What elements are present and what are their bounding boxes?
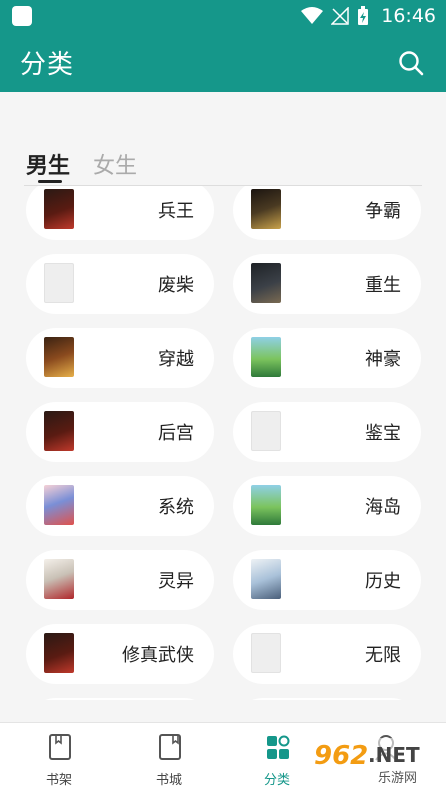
category-name: 海岛 bbox=[365, 497, 401, 518]
no-signal-icon bbox=[331, 7, 349, 25]
book-cover-image bbox=[44, 189, 74, 229]
book-cover-image bbox=[44, 263, 74, 303]
nav-bookstore-label: 书城 bbox=[155, 773, 182, 788]
category-card[interactable]: 重生 bbox=[233, 254, 421, 314]
bookshelf-icon bbox=[49, 734, 71, 760]
category-name: 争霸 bbox=[365, 201, 401, 222]
category-card[interactable]: 后宫 bbox=[26, 402, 214, 462]
nav-bookshelf-label: 书架 bbox=[45, 773, 72, 788]
battery-charging-icon bbox=[358, 6, 369, 25]
category-icon bbox=[267, 735, 290, 759]
category-card[interactable]: 历史 bbox=[233, 550, 421, 610]
book-cover-image bbox=[251, 337, 281, 377]
book-cover-image bbox=[251, 633, 281, 673]
book-cover-image bbox=[44, 559, 74, 599]
category-name: 后宫 bbox=[158, 423, 194, 444]
category-name: 历史 bbox=[365, 571, 401, 592]
category-grid: 兵王 争霸废柴 重生穿越 神豪后宫 鉴宝系统 海岛灵异 历史修真武侠 无限 bbox=[0, 186, 446, 700]
category-name: 重生 bbox=[365, 275, 401, 296]
category-name: 神豪 bbox=[365, 349, 401, 370]
watermark-logo: 962 .NET 乐游网 bbox=[304, 738, 440, 786]
category-name: 穿越 bbox=[158, 349, 194, 370]
nav-bookshelf[interactable]: 书架 bbox=[4, 723, 114, 792]
tab-male[interactable]: 男生 bbox=[26, 148, 70, 180]
book-cover-image bbox=[251, 559, 281, 599]
app-notification-icon bbox=[12, 6, 32, 26]
category-card[interactable]: 穿越 bbox=[26, 328, 214, 388]
category-name: 修真武侠 bbox=[122, 645, 194, 666]
book-cover-image bbox=[251, 411, 281, 451]
page-title: 分类 bbox=[20, 50, 75, 80]
category-card[interactable]: 鉴宝 bbox=[233, 402, 421, 462]
category-name: 无限 bbox=[365, 645, 401, 666]
category-name: 灵异 bbox=[158, 571, 194, 592]
book-cover-image bbox=[44, 411, 74, 451]
category-card[interactable]: 废柴 bbox=[26, 254, 214, 314]
svg-text:.NET: .NET bbox=[368, 743, 420, 767]
svg-text:乐游网: 乐游网 bbox=[378, 771, 417, 786]
app-header: 分类 bbox=[0, 32, 446, 92]
category-name: 系统 bbox=[158, 497, 194, 518]
status-bar: 16:46 bbox=[0, 0, 446, 32]
tab-female[interactable]: 女生 bbox=[93, 148, 137, 180]
category-card[interactable]: 系统 bbox=[26, 476, 214, 536]
book-cover-image bbox=[44, 633, 74, 673]
category-card-partial[interactable] bbox=[26, 698, 214, 700]
category-card[interactable]: 无限 bbox=[233, 624, 421, 684]
category-card-partial[interactable] bbox=[233, 698, 421, 700]
tab-indicator bbox=[38, 180, 62, 183]
search-icon[interactable] bbox=[398, 50, 424, 76]
category-name: 兵王 bbox=[158, 201, 194, 222]
category-card[interactable]: 修真武侠 bbox=[26, 624, 214, 684]
category-card[interactable]: 兵王 bbox=[26, 186, 214, 240]
category-card[interactable]: 灵异 bbox=[26, 550, 214, 610]
category-card[interactable]: 神豪 bbox=[233, 328, 421, 388]
book-cover-image bbox=[251, 485, 281, 525]
category-name: 鉴宝 bbox=[365, 423, 401, 444]
book-cover-image bbox=[44, 337, 74, 377]
category-name: 废柴 bbox=[158, 275, 194, 296]
category-card[interactable]: 争霸 bbox=[233, 186, 421, 240]
book-cover-image bbox=[251, 189, 281, 229]
gender-tabs: 男生 女生 bbox=[0, 92, 446, 188]
book-cover-image bbox=[44, 485, 74, 525]
svg-text:962: 962 bbox=[314, 741, 368, 771]
status-time: 16:46 bbox=[381, 5, 436, 27]
bookstore-icon bbox=[159, 734, 181, 760]
book-cover-image bbox=[251, 263, 281, 303]
wifi-icon bbox=[301, 7, 324, 24]
nav-bookstore[interactable]: 书城 bbox=[114, 723, 224, 792]
category-card[interactable]: 海岛 bbox=[233, 476, 421, 536]
